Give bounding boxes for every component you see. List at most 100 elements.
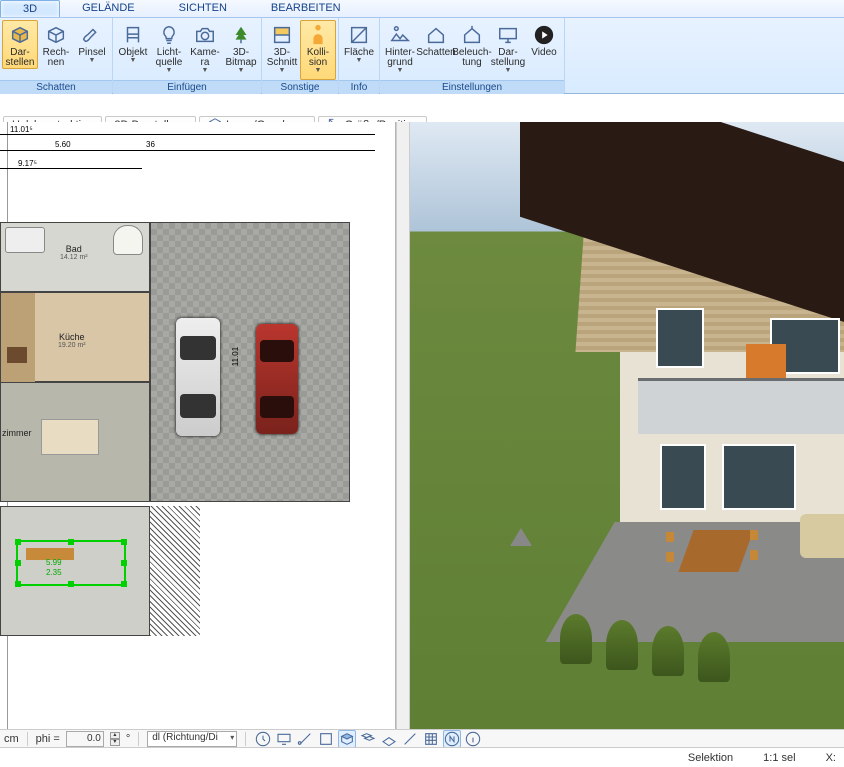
dim-5-60: 5.60 xyxy=(55,140,71,149)
ribbon-button-label: 3D- Bitmap xyxy=(225,48,256,68)
room-zimmer-label: zimmer xyxy=(2,428,32,438)
room-zimmer[interactable] xyxy=(0,382,150,502)
snap-endpoint-icon[interactable] xyxy=(296,730,314,748)
phi-spinner[interactable]: ▴▾ xyxy=(110,732,120,746)
brush-icon xyxy=(80,23,104,47)
phi-label: phi = xyxy=(36,733,60,745)
info-icon[interactable] xyxy=(464,730,482,748)
darstellung-button[interactable]: Dar- stellung▼ xyxy=(490,20,526,80)
mode-select[interactable]: dl (Richtung/Di xyxy=(147,731,237,747)
dropdown-icon: ▼ xyxy=(315,67,322,74)
kamera-button[interactable]: Kame- ra▼ xyxy=(187,20,223,80)
bitmap3d-button[interactable]: 3D- Bitmap▼ xyxy=(223,20,259,80)
ribbon-button-label: Rech- nen xyxy=(43,48,70,68)
car-red[interactable] xyxy=(256,324,298,434)
phi-input[interactable]: 0.0 xyxy=(66,731,104,747)
snap-faces-icon[interactable] xyxy=(359,730,377,748)
view-3d[interactable] xyxy=(410,122,844,729)
grid-icon[interactable] xyxy=(422,730,440,748)
shrub-icon xyxy=(698,632,730,682)
tab-bearbeiten[interactable]: BEARBEITEN xyxy=(249,0,363,17)
rechnen-button[interactable]: Rech- nen xyxy=(38,20,74,69)
hatch-area xyxy=(150,506,200,636)
ribbon-group: Fläche▼Info xyxy=(339,18,380,93)
tree-icon xyxy=(229,23,253,47)
ribbon-group: Hinter- grund▼SchattenBeleuch- tungDar- … xyxy=(380,18,565,93)
objekt-button[interactable]: Objekt▼ xyxy=(115,20,151,80)
dim-parking-v: 11.01 xyxy=(231,347,240,366)
schnitt3d-button[interactable]: 3D- Schnitt▼ xyxy=(264,20,300,80)
clock-icon[interactable] xyxy=(254,730,272,748)
chair-icon xyxy=(666,532,674,542)
flaeche-button[interactable]: Fläche▼ xyxy=(341,20,377,80)
shrub-icon xyxy=(606,620,638,670)
ribbon-group-label: Sonstige xyxy=(262,80,338,94)
status-bar: Selektion 1:1 sel X: xyxy=(0,747,844,767)
menu-tabs: 3D GELÄNDE SICHTEN BEARBEITEN xyxy=(0,0,844,18)
chair-icon xyxy=(121,23,145,47)
ribbon-button-label: Kame- ra xyxy=(190,48,219,68)
ribbon-button-label: Schatten xyxy=(416,48,455,58)
dropdown-icon: ▼ xyxy=(505,67,512,74)
scrollbar-vertical[interactable] xyxy=(396,122,410,729)
dropdown-icon: ▼ xyxy=(356,57,363,64)
ribbon-button-label: Hinter- grund xyxy=(385,48,415,68)
dim-total: 11.01⁵ xyxy=(10,125,33,134)
monitor-icon[interactable] xyxy=(275,730,293,748)
landscape-icon xyxy=(388,23,412,47)
ribbon-group-label: Schatten xyxy=(0,80,112,94)
section-icon xyxy=(270,23,294,47)
video-button[interactable]: Video xyxy=(526,20,562,59)
stove-icon xyxy=(7,347,27,363)
balcony xyxy=(638,378,844,434)
bulb-icon xyxy=(157,23,181,47)
tab-gelaende[interactable]: GELÄNDE xyxy=(60,0,157,17)
chair-icon xyxy=(750,530,758,540)
unit-label: cm xyxy=(4,733,19,745)
snap-edge-icon[interactable] xyxy=(401,730,419,748)
dim-9-17: 9.17⁵ xyxy=(18,159,37,168)
selection-box[interactable] xyxy=(16,540,126,586)
dropdown-icon: ▼ xyxy=(89,57,96,64)
snap-plane-icon[interactable] xyxy=(380,730,398,748)
window-upper-1 xyxy=(656,308,704,368)
person-icon xyxy=(306,23,330,47)
chair-icon xyxy=(666,552,674,562)
ribbon-group-label: Einfügen xyxy=(113,80,261,94)
plan-2d-view[interactable]: 11.01⁵ 5.60 36 9.17⁵ Bad14.12 m² Küche19… xyxy=(0,122,396,729)
status-coord: X: xyxy=(826,752,836,764)
beleuchtung-button[interactable]: Beleuch- tung xyxy=(454,20,490,69)
play-icon xyxy=(532,23,556,47)
ribbon-button-label: Video xyxy=(531,48,556,58)
hintergrund-button[interactable]: Hinter- grund▼ xyxy=(382,20,418,80)
cube-shaded-icon xyxy=(8,23,32,47)
ribbon-button-label: 3D- Schnitt xyxy=(267,48,298,68)
snap-object-icon[interactable] xyxy=(317,730,335,748)
cube-calc-icon xyxy=(44,23,68,47)
chair-icon xyxy=(750,550,758,560)
north-icon[interactable] xyxy=(443,730,461,748)
tab-sichten[interactable]: SICHTEN xyxy=(157,0,249,17)
tab-3d[interactable]: 3D xyxy=(0,0,60,17)
schatten-settings-button[interactable]: Schatten xyxy=(418,20,454,59)
car-silver[interactable] xyxy=(176,318,220,436)
counter-icon xyxy=(1,293,35,383)
room-bad-label: Bad14.12 m² xyxy=(60,244,88,261)
ribbon-button-label: Beleuch- tung xyxy=(452,48,491,68)
ribbon-group-label: Einstellungen xyxy=(380,80,564,94)
dropdown-icon: ▼ xyxy=(202,67,209,74)
camera-icon xyxy=(193,23,217,47)
snap-face-icon[interactable] xyxy=(338,730,356,748)
monitor-icon xyxy=(496,23,520,47)
bottom-toolbar: cm phi = 0.0 ▴▾ ° dl (Richtung/Di xyxy=(0,729,844,747)
darstellen-button[interactable]: Dar- stellen xyxy=(2,20,38,69)
lichtquelle-button[interactable]: Licht- quelle▼ xyxy=(151,20,187,80)
kollision-button[interactable]: Kolli- sion▼ xyxy=(300,20,336,80)
window-lower-2 xyxy=(722,444,796,510)
dim-36: 36 xyxy=(146,140,155,149)
dropdown-icon: ▼ xyxy=(130,57,137,64)
pinsel-button[interactable]: Pinsel▼ xyxy=(74,20,110,80)
shrub-icon xyxy=(560,614,592,664)
wicker-chair-icon xyxy=(800,514,844,558)
house-light-icon xyxy=(460,23,484,47)
